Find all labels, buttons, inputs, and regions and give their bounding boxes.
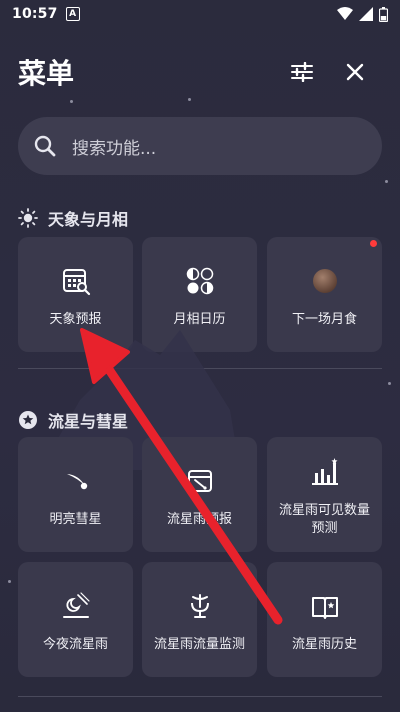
sun-icon bbox=[18, 208, 38, 228]
close-button[interactable] bbox=[339, 56, 371, 88]
section-divider bbox=[18, 696, 382, 697]
card-meteor-flux-monitor[interactable]: 流星雨流量监测 bbox=[142, 562, 257, 677]
background-star bbox=[8, 580, 11, 583]
section-header-astro: 天象与月相 bbox=[18, 206, 128, 230]
search-placeholder: 搜索功能... bbox=[72, 138, 157, 159]
filter-button[interactable] bbox=[286, 56, 318, 88]
card-tonight-meteor-shower[interactable]: 今夜流星雨 bbox=[18, 562, 133, 677]
new-badge bbox=[370, 240, 377, 247]
card-label: 流星雨可见数量预测 bbox=[278, 502, 370, 536]
background-star bbox=[385, 180, 388, 183]
card-bright-comets[interactable]: 明亮彗星 bbox=[18, 437, 133, 552]
microphone-icon bbox=[180, 586, 220, 626]
calendar-search-icon bbox=[56, 261, 96, 301]
lunar-eclipse-icon bbox=[305, 261, 345, 301]
sliders-icon bbox=[291, 62, 313, 82]
background-star bbox=[70, 100, 73, 103]
card-meteor-count-prediction[interactable]: 流星雨可见数量预测 bbox=[267, 437, 382, 552]
meteor-forecast-icon bbox=[180, 461, 220, 501]
card-label: 流星雨历史 bbox=[291, 636, 357, 652]
section-title: 流星与彗星 bbox=[48, 412, 129, 431]
wifi-icon bbox=[337, 7, 353, 20]
notification-icon: A bbox=[65, 7, 80, 21]
card-label: 流星雨预报 bbox=[166, 511, 232, 527]
header: 菜单 bbox=[18, 52, 382, 92]
meteor-tonight-icon bbox=[56, 586, 96, 626]
status-icons bbox=[337, 6, 388, 22]
status-bar: 10:57 A bbox=[0, 0, 400, 28]
moon-phases-icon bbox=[180, 261, 220, 301]
battery-icon bbox=[379, 6, 388, 22]
section-header-meteor: 流星与彗星 bbox=[18, 408, 128, 432]
book-star-icon bbox=[305, 586, 345, 626]
status-time: 10:57 bbox=[12, 6, 58, 22]
close-icon bbox=[346, 63, 364, 81]
bar-chart-icon bbox=[305, 452, 345, 492]
card-meteor-shower-forecast[interactable]: 流星雨预报 bbox=[142, 437, 257, 552]
page-title: 菜单 bbox=[18, 57, 75, 90]
background-star bbox=[188, 98, 191, 101]
card-meteor-shower-history[interactable]: 流星雨历史 bbox=[267, 562, 382, 677]
signal-icon bbox=[359, 7, 373, 21]
card-label: 今夜流星雨 bbox=[42, 636, 108, 652]
star-circle-icon bbox=[19, 411, 37, 429]
search-input[interactable]: 搜索功能... bbox=[18, 117, 382, 175]
card-label: 流星雨流量监测 bbox=[153, 636, 245, 652]
card-label: 明亮彗星 bbox=[49, 511, 102, 527]
comet-icon bbox=[56, 461, 96, 501]
search-icon bbox=[34, 135, 56, 157]
section-title: 天象与月相 bbox=[48, 210, 129, 229]
